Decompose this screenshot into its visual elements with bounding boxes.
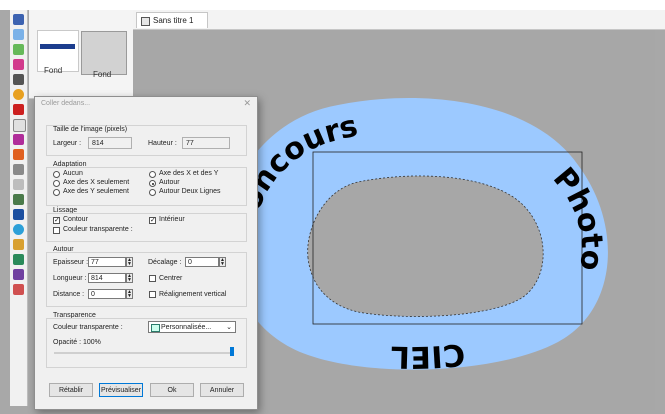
contour-label: Contour (63, 216, 88, 223)
distance-input[interactable]: 0 (88, 289, 126, 299)
epaisseur-spinner[interactable]: ▲ ▼ (126, 257, 133, 267)
height-value: 77 (182, 137, 230, 149)
epaisseur-label: Epaisseur : (53, 259, 89, 266)
texture-tool-icon[interactable] (13, 194, 24, 205)
fx-tool-icon[interactable] (13, 164, 24, 175)
ring-text-bottom-path: CIEL (390, 336, 466, 374)
tool-palette (10, 10, 28, 406)
radio-axe-y-label: Axe des Y seulement (63, 188, 129, 195)
decalage-input[interactable]: 0 (185, 257, 219, 267)
shape-tool-icon[interactable] (13, 209, 24, 220)
longueur-input[interactable]: 814 (88, 273, 126, 283)
annuler-button[interactable]: Annuler (200, 383, 244, 397)
longueur-label: Longueur : (53, 275, 87, 282)
previsualiser-button[interactable]: Prévisualiser (99, 383, 143, 397)
centrer-checkbox[interactable] (149, 275, 156, 282)
left-thumbnail-label: Fond (44, 66, 63, 75)
dialog-title: Coller dedans... (41, 100, 91, 107)
radio-axe-x-label: Axe des X seulement (63, 179, 130, 186)
select-tool-icon[interactable] (13, 14, 24, 25)
radio-axe-xy[interactable] (149, 171, 156, 178)
tab-sans-titre[interactable]: Sans titre 1 (136, 12, 208, 28)
radio-autour-deux-lignes[interactable] (149, 189, 156, 196)
star-tool-icon[interactable] (13, 104, 24, 115)
opacite-slider-thumb[interactable] (230, 347, 234, 356)
color-swatch (151, 324, 160, 332)
monitor-tool-icon[interactable] (13, 44, 24, 55)
close-icon[interactable]: ✕ (243, 98, 251, 109)
radio-autour-label: Autour (159, 179, 180, 186)
palette-tool-icon[interactable] (13, 149, 24, 160)
distance-spinner[interactable]: ▲ ▼ (126, 289, 133, 299)
radio-autour[interactable] (149, 180, 156, 187)
distance-label: Distance : (53, 291, 85, 298)
couleur-dropdown-value: Personnalisée... (161, 324, 212, 331)
couleur-transparente-dropdown-label: Couleur transparente : (53, 324, 123, 331)
longueur-spinner[interactable]: ▲ ▼ (126, 273, 133, 283)
realignement-checkbox[interactable] (149, 291, 156, 298)
pattern-tool-icon[interactable] (13, 179, 24, 190)
radio-axe-x[interactable] (53, 180, 60, 187)
thumbnail-title-bar (40, 44, 75, 49)
radio-axe-xy-label: Axe des X et des Y (159, 170, 219, 177)
size-group-title: Taille de l'image (pixels) (53, 126, 128, 133)
radio-aucun-label: Aucun (63, 170, 83, 177)
camera-tool-icon[interactable] (13, 74, 24, 85)
interieur-checkbox[interactable]: ✓ (149, 217, 156, 224)
retablir-button[interactable]: Rétablir (49, 383, 93, 397)
width-label: Largeur : (53, 140, 82, 147)
grid-tool-icon[interactable] (13, 254, 24, 265)
gradient-tool-icon[interactable] (13, 134, 24, 145)
opacite-label: Opacité : 100% (53, 339, 101, 346)
couleur-transparente-checkbox[interactable] (53, 227, 60, 234)
realignement-label: Réalignement vertical (159, 291, 227, 298)
chevron-down-icon: ⌄ (226, 324, 232, 331)
decalage-label: Décalage : (148, 259, 182, 266)
tab-title: Sans titre 1 (153, 16, 194, 25)
fond-thumbnail[interactable] (81, 31, 127, 75)
page-tool-icon[interactable] (13, 119, 26, 132)
radio-aucun[interactable] (53, 171, 60, 178)
epaisseur-input[interactable]: 77 (88, 257, 126, 267)
tag-tool-icon[interactable] (13, 284, 24, 295)
couleur-transparente-label: Couleur transparente : (63, 226, 133, 233)
layer-thumbnails: Fond Fond (29, 10, 133, 99)
contour-checkbox[interactable]: ✓ (53, 217, 60, 224)
coller-dedans-dialog: Coller dedans... ✕ Taille de l'image (pi… (34, 96, 258, 410)
opacite-slider-track[interactable] (54, 352, 232, 354)
ring-text-bottom: CIEL (390, 336, 466, 374)
copy-tool-icon[interactable] (13, 29, 24, 40)
right-thumbnail-label: Fond (93, 70, 112, 79)
frame-tool-icon[interactable] (13, 59, 24, 70)
centrer-label: Centrer (159, 275, 183, 282)
inner-dotted-outline (307, 175, 544, 317)
width-value: 814 (88, 137, 132, 149)
radio-autour-deux-lignes-label: Autour Deux Lignes (159, 188, 221, 195)
interieur-label: Intérieur (159, 216, 185, 223)
globe-tool-icon[interactable] (13, 224, 24, 235)
radio-axe-y[interactable] (53, 189, 60, 196)
decalage-spinner[interactable]: ▲ ▼ (219, 257, 226, 267)
document-icon (141, 17, 150, 26)
ok-button[interactable]: Ok (150, 383, 194, 397)
circle-tool-icon[interactable] (13, 89, 24, 100)
print-tool-icon[interactable] (13, 239, 24, 250)
height-label: Hauteur : (148, 140, 177, 147)
couleur-dropdown[interactable]: Personnalisée... ⌄ (148, 321, 236, 333)
save-tool-icon[interactable] (13, 269, 24, 280)
document-tab-bar: Sans titre 1 (133, 10, 665, 30)
